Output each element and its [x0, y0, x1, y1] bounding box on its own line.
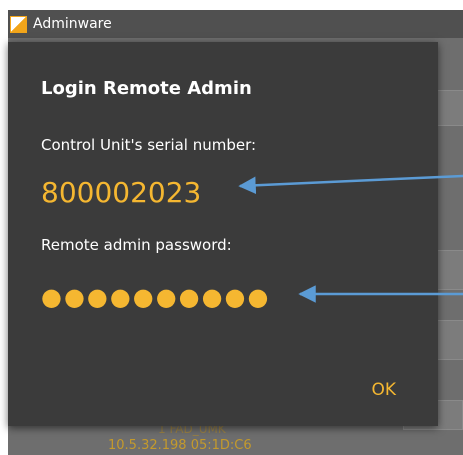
password-field[interactable]: ●●●●●●●●●●: [41, 283, 268, 311]
ok-button[interactable]: OK: [371, 380, 396, 400]
app-title: Adminware: [33, 16, 112, 32]
dialog-title: Login Remote Admin: [41, 78, 252, 99]
login-remote-admin-dialog: Login Remote Admin Control Unit's serial…: [8, 42, 438, 426]
password-label: Remote admin password:: [41, 236, 232, 254]
serial-number-label: Control Unit's serial number:: [41, 136, 257, 154]
serial-number-value: 800002023: [41, 176, 202, 209]
title-bar: Adminware: [8, 10, 463, 38]
app-logo-icon: [10, 15, 27, 33]
background-device-info: 10.5.32.198 05:1D:C6: [108, 438, 252, 453]
screen: Adminware 1 FAD_UMK 10.5.32.198 05:1D:C6…: [0, 0, 463, 455]
